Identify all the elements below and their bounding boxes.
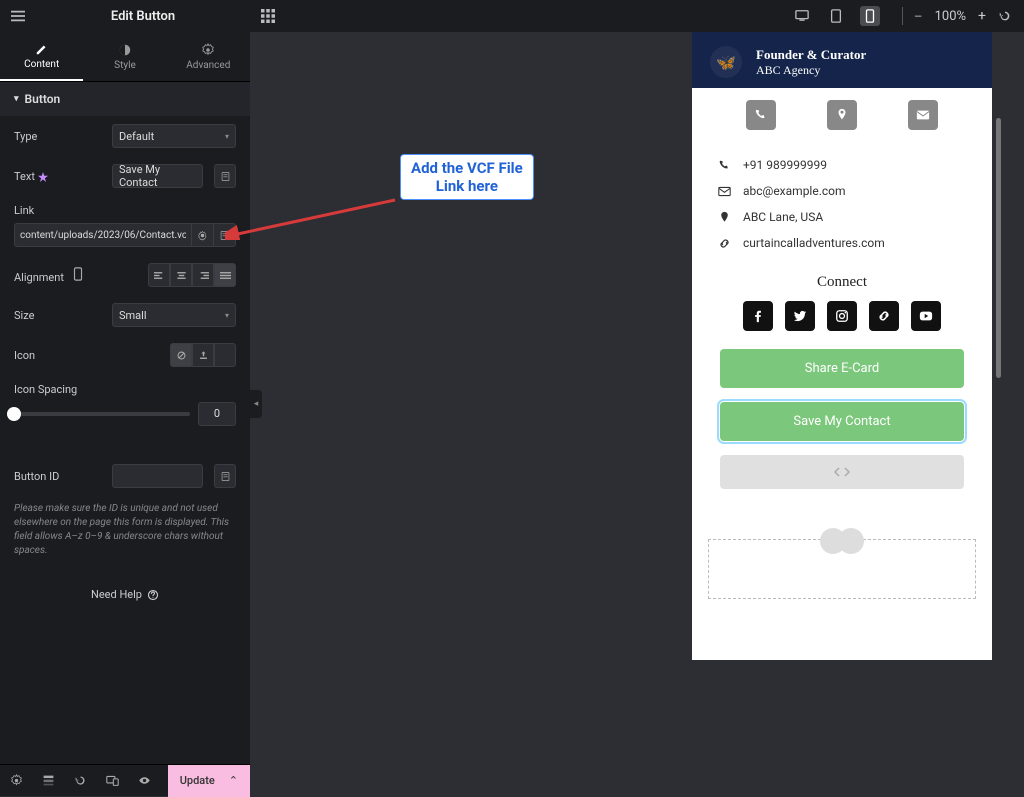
mobile-preview: 🦋 Founder & Curator ABC Agency +91 98999… (692, 32, 992, 660)
preview-icon[interactable] (128, 774, 160, 787)
update-button[interactable]: Update (168, 765, 250, 797)
preview-empty-section[interactable] (708, 539, 976, 599)
desktop-view-button[interactable] (792, 6, 812, 26)
type-label: Type (14, 130, 104, 143)
zoom-in-button[interactable]: + (978, 8, 986, 24)
preview-email-button[interactable] (908, 100, 938, 130)
text-dynamic-button[interactable] (214, 164, 236, 188)
preview-code-widget[interactable] (720, 455, 964, 489)
preview-connect-heading: Connect (692, 262, 992, 301)
instagram-icon[interactable] (827, 301, 857, 331)
widgets-grid-icon[interactable] (250, 9, 286, 23)
section-button[interactable]: Button (0, 82, 250, 116)
icon-upload-button[interactable] (192, 343, 214, 367)
type-select[interactable]: Default (112, 124, 236, 148)
text-label: Text (14, 170, 104, 183)
icon-none-button[interactable] (170, 343, 192, 367)
preview-save-contact-button[interactable]: Save My Contact (720, 402, 964, 441)
align-right-button[interactable] (192, 263, 214, 287)
link-label: Link (14, 204, 104, 217)
tab-content[interactable]: Content (0, 32, 83, 81)
text-input[interactable]: Save My Contact (112, 164, 203, 188)
tab-advanced[interactable]: Advanced (167, 32, 250, 81)
icon-spacing-slider[interactable] (14, 412, 190, 416)
preview-map-button[interactable] (827, 100, 857, 130)
zoom-out-button[interactable]: − (913, 7, 922, 26)
button-id-input[interactable] (112, 464, 203, 488)
need-help-link[interactable]: Need Help (0, 564, 250, 625)
alignment-label: Alignment (14, 267, 104, 284)
twitter-icon[interactable] (785, 301, 815, 331)
mobile-view-button[interactable] (860, 6, 880, 26)
annotation-arrow (225, 195, 400, 240)
align-left-button[interactable] (148, 263, 170, 287)
link-dynamic-button[interactable] (214, 223, 236, 247)
link-icon[interactable] (869, 301, 899, 331)
button-id-dynamic-button[interactable] (214, 464, 236, 488)
preview-address-row[interactable]: ABC Lane, USA (718, 204, 966, 230)
link-input[interactable] (14, 223, 192, 247)
size-select[interactable]: Small (112, 303, 236, 327)
button-id-label: Button ID (14, 470, 104, 483)
align-justify-button[interactable] (214, 263, 236, 287)
history-icon[interactable] (64, 774, 96, 787)
button-id-note: Please make sure the ID is unique and no… (0, 496, 250, 564)
navigator-icon[interactable] (32, 774, 64, 787)
facebook-icon[interactable] (743, 301, 773, 331)
zoom-level: 100% (935, 9, 966, 24)
collapse-panel-handle[interactable]: ◂ (250, 390, 262, 418)
preview-email-row[interactable]: abc@example.com (718, 178, 966, 204)
icon-spacing-label: Icon Spacing (14, 383, 236, 396)
link-options-button[interactable] (192, 223, 214, 247)
tab-style[interactable]: Style (83, 32, 166, 81)
panel-title: Edit Button (36, 9, 250, 24)
preview-title: Founder & Curator (756, 47, 866, 63)
annotation-callout: Add the VCF File Link here (400, 154, 534, 200)
youtube-icon[interactable] (911, 301, 941, 331)
hamburger-menu[interactable] (0, 9, 36, 23)
preview-scrollbar[interactable] (996, 118, 1001, 378)
responsive-icon[interactable] (96, 774, 128, 787)
preview-phone-button[interactable] (746, 100, 776, 130)
icon-spacing-value[interactable]: 0 (198, 402, 236, 426)
preview-logo-icon: 🦋 (710, 46, 742, 78)
preview-share-button[interactable]: Share E-Card (720, 349, 964, 388)
preview-phone-row[interactable]: +91 989999999 (718, 152, 966, 178)
preview-subtitle: ABC Agency (756, 63, 866, 78)
tablet-view-button[interactable] (826, 6, 846, 26)
icon-label: Icon (14, 349, 104, 362)
size-label: Size (14, 309, 104, 322)
align-center-button[interactable] (170, 263, 192, 287)
settings-icon[interactable] (0, 774, 32, 787)
undo-button[interactable] (998, 9, 1012, 23)
icon-library-button[interactable] (214, 343, 236, 367)
preview-website-row[interactable]: curtaincalladventures.com (718, 230, 966, 256)
